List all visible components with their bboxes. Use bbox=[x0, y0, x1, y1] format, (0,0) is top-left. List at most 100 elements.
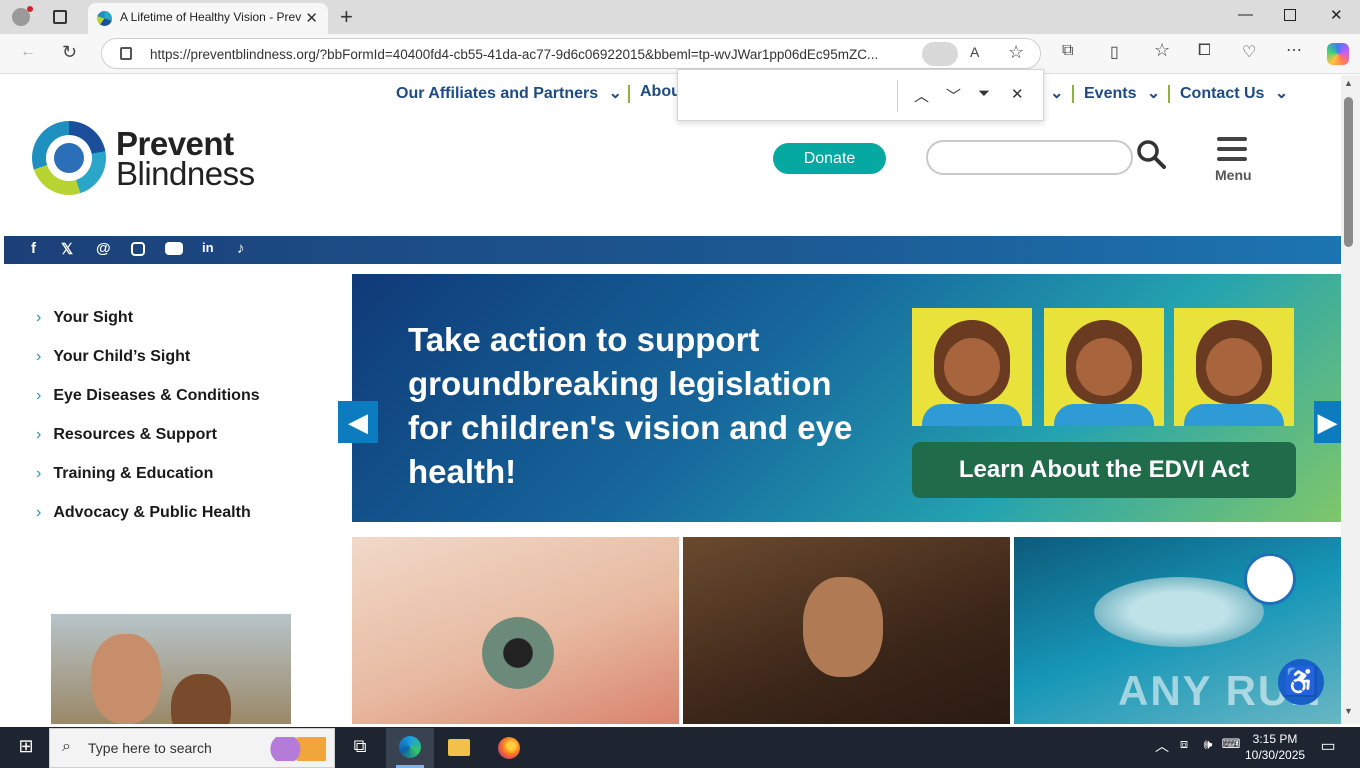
tiktok-icon[interactable]: ♪ bbox=[237, 240, 245, 257]
chevron-right-icon: › bbox=[36, 309, 42, 326]
extensions-icon[interactable]: ⧉ bbox=[1062, 42, 1073, 60]
split-screen-icon[interactable]: ▯ bbox=[1110, 42, 1119, 62]
nav-separator bbox=[628, 85, 630, 103]
nav-events[interactable]: Events ⌄ bbox=[1084, 83, 1160, 103]
taskbar-search-box[interactable]: ⌕ Type here to search bbox=[49, 728, 335, 768]
banner-child-image bbox=[1174, 308, 1294, 426]
sidebar-item-childs-sight[interactable]: › Your Child’s Sight bbox=[36, 348, 190, 366]
search-icon[interactable] bbox=[1136, 139, 1166, 169]
search-icon: ⌕ bbox=[62, 738, 71, 755]
browser-tab[interactable]: A Lifetime of Healthy Vision - Prev ✕ bbox=[88, 3, 328, 34]
find-next-icon[interactable]: ﹀ bbox=[946, 85, 961, 106]
accessibility-icon[interactable]: ♿ bbox=[1278, 659, 1324, 705]
logo-text-blindness: Blindness bbox=[116, 155, 255, 192]
facebook-icon[interactable]: f bbox=[31, 240, 36, 257]
banner-child-image bbox=[1044, 308, 1164, 426]
nav-chevron-partial[interactable]: ⌄ bbox=[1050, 83, 1063, 103]
youtube-icon[interactable] bbox=[165, 242, 183, 255]
search-highlight-icon bbox=[268, 737, 326, 761]
nav-about[interactable]: Abou bbox=[640, 83, 681, 101]
linkedin-icon[interactable]: in bbox=[202, 240, 214, 255]
favorites-icon[interactable]: ☆ bbox=[1154, 40, 1170, 61]
chevron-down-icon: ⌄ bbox=[1274, 85, 1289, 102]
nav-affiliates-partners[interactable]: Our Affiliates and Partners ⌄ bbox=[396, 83, 622, 103]
address-bar[interactable]: https://preventblindness.org/?bbFormId=4… bbox=[101, 38, 1041, 69]
carousel-prev-arrow-icon[interactable]: ◀ bbox=[338, 401, 378, 443]
sidebar-item-label: Advocacy & Public Health bbox=[53, 504, 251, 521]
taskbar-clock[interactable]: 3:15 PM 10/30/2025 bbox=[1245, 731, 1305, 763]
file-explorer-icon[interactable] bbox=[448, 739, 470, 756]
refresh-icon[interactable]: ↻ bbox=[62, 42, 77, 63]
edge-taskbar-icon[interactable] bbox=[386, 728, 434, 768]
find-previous-icon[interactable]: ︿ bbox=[914, 85, 929, 106]
nav-separator bbox=[1168, 85, 1170, 103]
sidebar-item-advocacy[interactable]: › Advocacy & Public Health bbox=[36, 504, 251, 522]
read-aloud-icon[interactable]: A bbox=[970, 44, 979, 60]
sidebar-item-eye-diseases[interactable]: › Eye Diseases & Conditions bbox=[36, 387, 260, 405]
chevron-right-icon: › bbox=[36, 387, 42, 404]
more-options-icon[interactable]: ⋯ bbox=[1286, 40, 1302, 60]
scroll-up-icon[interactable]: ▲ bbox=[1344, 78, 1353, 88]
logo-mark-core bbox=[54, 143, 84, 173]
banner-headline: Take action to support groundbreaking le… bbox=[408, 321, 853, 490]
browser-title-bar: A Lifetime of Healthy Vision - Prev ✕ + … bbox=[0, 0, 1360, 34]
windows-start-icon[interactable]: ⊞ bbox=[14, 736, 38, 760]
scroll-down-icon[interactable]: ▼ bbox=[1344, 706, 1353, 716]
browser-toolbar: ← ↻ https://preventblindness.org/?bbForm… bbox=[0, 34, 1360, 74]
nav-affiliates-label: Our Affiliates and Partners bbox=[396, 85, 599, 102]
eye-closeup-tile-image[interactable] bbox=[352, 537, 679, 724]
site-search-input[interactable] bbox=[926, 140, 1133, 175]
taskbar-search-placeholder: Type here to search bbox=[88, 740, 212, 756]
instagram-icon[interactable] bbox=[131, 242, 145, 256]
banner-child-image bbox=[912, 308, 1032, 426]
copilot-icon[interactable] bbox=[1327, 43, 1349, 65]
tab-close-icon[interactable]: ✕ bbox=[305, 9, 318, 27]
sidebar-item-training[interactable]: › Training & Education bbox=[36, 465, 213, 483]
task-view-icon[interactable]: ⧉ bbox=[348, 736, 372, 760]
nav-contact-label: Contact Us bbox=[1180, 85, 1265, 102]
nav-separator bbox=[1072, 85, 1074, 103]
sidebar-item-label: Your Child’s Sight bbox=[53, 348, 191, 365]
browser-essentials-icon[interactable]: ♡ bbox=[1242, 42, 1256, 62]
menu-label[interactable]: Menu bbox=[1215, 167, 1252, 183]
find-filter-icon[interactable]: ⏷ bbox=[978, 85, 990, 102]
edge-logo-icon bbox=[399, 736, 421, 758]
profile-notification-dot bbox=[27, 6, 33, 12]
back-icon[interactable]: ← bbox=[20, 43, 36, 61]
show-hidden-icons-icon[interactable]: ︿ bbox=[1150, 736, 1174, 760]
nav-contact-us[interactable]: Contact Us ⌄ bbox=[1180, 83, 1288, 103]
sidebar-item-resources[interactable]: › Resources & Support bbox=[36, 426, 217, 444]
sidebar-item-your-sight[interactable]: › Your Sight bbox=[36, 309, 133, 327]
network-icon[interactable]: ⧈ bbox=[1172, 736, 1196, 760]
hamburger-menu-icon[interactable] bbox=[1217, 137, 1247, 161]
minimize-icon[interactable]: — bbox=[1238, 6, 1253, 23]
donate-button[interactable]: Donate bbox=[773, 143, 886, 174]
find-close-icon[interactable]: ✕ bbox=[1011, 85, 1024, 103]
nav-events-label: Events bbox=[1084, 85, 1137, 102]
chevron-down-icon: ⌄ bbox=[608, 85, 622, 102]
notifications-icon[interactable]: ▭ bbox=[1316, 736, 1340, 760]
window-close-icon[interactable]: ✕ bbox=[1330, 6, 1343, 24]
threads-icon[interactable]: @ bbox=[96, 240, 111, 257]
scrollbar-thumb[interactable] bbox=[1344, 97, 1353, 247]
learn-edvi-act-button[interactable]: Learn About the EDVI Act bbox=[912, 442, 1296, 498]
chevron-right-icon: › bbox=[36, 504, 42, 521]
collections-icon[interactable]: ⧠ bbox=[1198, 42, 1211, 60]
carousel-next-arrow-icon[interactable]: ▶ bbox=[1314, 401, 1341, 443]
site-info-lock-icon[interactable] bbox=[120, 47, 132, 60]
language-icon[interactable]: ⌨ bbox=[1219, 736, 1243, 760]
eye-search-badge-icon bbox=[1244, 553, 1296, 605]
volume-icon[interactable]: 🕪 bbox=[1196, 736, 1220, 760]
find-divider bbox=[897, 80, 898, 112]
tab-actions-icon[interactable] bbox=[53, 10, 67, 24]
favorite-star-icon[interactable]: ☆ bbox=[1008, 42, 1024, 63]
firefox-icon[interactable] bbox=[498, 737, 520, 759]
sidebar-item-label: Your Sight bbox=[53, 309, 134, 326]
find-input[interactable] bbox=[684, 76, 892, 114]
restore-icon[interactable] bbox=[1284, 9, 1296, 21]
x-twitter-icon[interactable]: 𝕏 bbox=[61, 240, 73, 258]
woman-phone-tile-image[interactable] bbox=[683, 537, 1010, 724]
new-tab-icon[interactable]: + bbox=[340, 4, 353, 30]
hero-banner[interactable]: Take action to support groundbreaking le… bbox=[352, 274, 1341, 522]
translate-icon[interactable] bbox=[922, 42, 958, 66]
